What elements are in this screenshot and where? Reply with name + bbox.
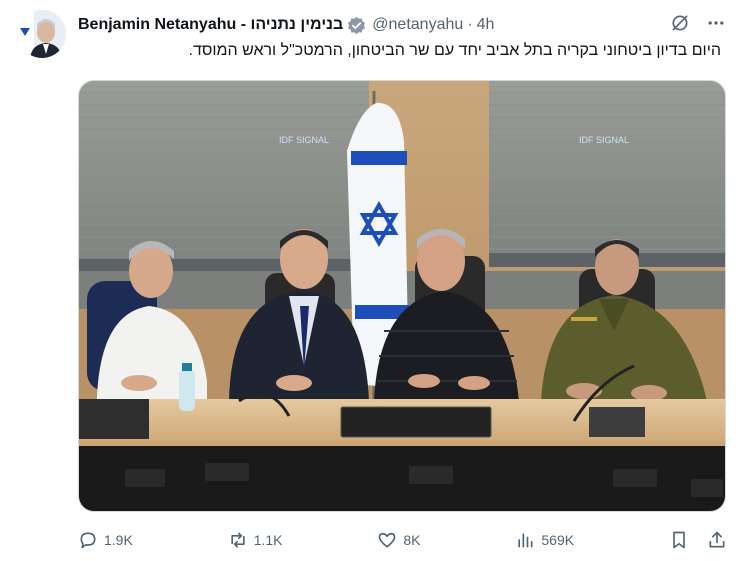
views-button[interactable]: 569K — [515, 530, 574, 550]
share-button[interactable] — [707, 530, 727, 550]
action-right-group — [669, 530, 727, 550]
reply-count: 1.9K — [104, 532, 133, 548]
author-handle[interactable]: @netanyahu — [372, 16, 463, 34]
header-actions — [669, 12, 727, 34]
window-blinds-right — [489, 81, 725, 256]
tweet-header: Benjamin Netanyahu - בנימין נתניהו @neta… — [78, 14, 721, 36]
tweet-time[interactable]: 4h — [477, 16, 495, 34]
repost-count: 1.1K — [253, 532, 283, 548]
repost-button[interactable]: 1.1K — [228, 530, 283, 550]
bookmark-button[interactable] — [669, 530, 689, 550]
grok-icon[interactable] — [669, 12, 691, 34]
tweet-photo[interactable]: IDF SIGNAL IDF SIGNAL — [78, 80, 726, 512]
tweet-text: היום בדיון ביטחוני בקריה בתל אביב יחד עם… — [188, 42, 721, 59]
like-count: 8K — [403, 532, 421, 548]
reply-icon — [80, 532, 96, 549]
share-icon — [709, 531, 725, 548]
like-icon — [379, 532, 396, 548]
window-blinds-left — [79, 81, 369, 261]
meeting-photo: IDF SIGNAL IDF SIGNAL — [79, 81, 725, 511]
avatar-image — [18, 10, 66, 58]
views-count: 569K — [541, 532, 575, 548]
water-bottle — [179, 369, 195, 411]
like-button[interactable]: 8K — [377, 530, 421, 550]
avatar[interactable] — [18, 10, 66, 58]
more-icon[interactable] — [705, 12, 727, 34]
wall-sign-2: IDF SIGNAL — [579, 135, 629, 145]
views-icon — [518, 533, 533, 548]
separator-dot: · — [467, 16, 473, 33]
tweet-actions: 1.9K 1.1K 8K 569K — [78, 528, 727, 552]
bookmark-icon — [673, 531, 685, 549]
author-name[interactable]: Benjamin Netanyahu - בנימין נתניהו — [78, 16, 343, 34]
wall-sign-1: IDF SIGNAL — [279, 135, 329, 145]
verified-badge-icon — [348, 16, 366, 34]
reply-button[interactable]: 1.9K — [78, 530, 133, 550]
repost-icon — [231, 532, 245, 548]
